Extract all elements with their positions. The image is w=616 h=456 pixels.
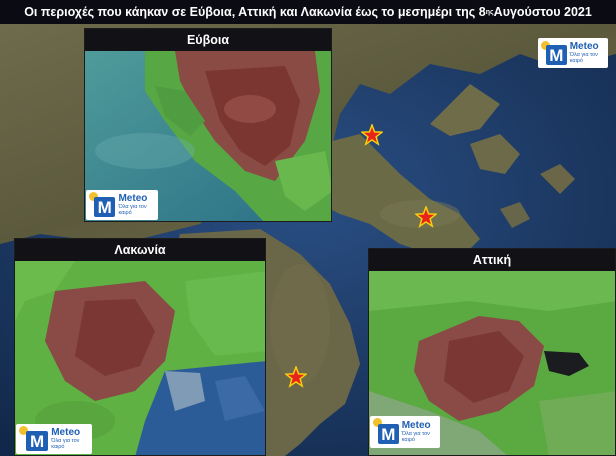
logo-brand: Meteo	[118, 193, 148, 204]
logo-brand: Meteo	[569, 41, 599, 52]
meteo-mark-icon: M	[94, 197, 116, 217]
map-stage: Οι περιοχές που κάηκαν σε Εύβοια, Αττική…	[0, 0, 616, 456]
logo-tagline: Όλα για τον καιρό	[569, 52, 598, 64]
meteo-logo-evia: M Meteo Όλα για τον καιρό	[86, 190, 158, 220]
meteo-mark-icon: M	[26, 431, 49, 451]
title-end: Αυγούστου 2021	[493, 5, 592, 19]
inset-label-lakonia: Λακωνία	[15, 239, 265, 261]
logo-brand: Meteo	[51, 427, 81, 438]
meteo-mark-icon: M	[546, 45, 567, 65]
title-main: Οι περιοχές που κάηκαν σε Εύβοια, Αττική…	[24, 5, 486, 19]
meteo-logo-lakonia: M Meteo Όλα για τον καιρό	[16, 424, 92, 454]
meteo-logo-attiki: M Meteo Όλα για τον καιρό	[370, 416, 440, 448]
title-superscript: ης	[485, 8, 494, 16]
page-title: Οι περιοχές που κάηκαν σε Εύβοια, Αττική…	[0, 0, 616, 24]
meteo-logo-main: M Meteo Όλα για τον καιρό	[538, 38, 608, 68]
logo-tagline: Όλα για τον καιρό	[51, 438, 80, 450]
inset-label-evia: Εύβοια	[85, 29, 331, 51]
meteo-mark-icon: M	[378, 424, 399, 444]
fire-location-star-lakonia	[285, 366, 307, 388]
inset-label-attiki: Αττική	[369, 249, 615, 271]
logo-tagline: Όλα για τον καιρό	[118, 204, 147, 216]
logo-tagline: Όλα για τον καιρό	[401, 431, 430, 443]
fire-location-star-evia	[361, 124, 383, 146]
logo-brand: Meteo	[401, 420, 431, 431]
fire-location-star-attiki	[415, 206, 437, 228]
